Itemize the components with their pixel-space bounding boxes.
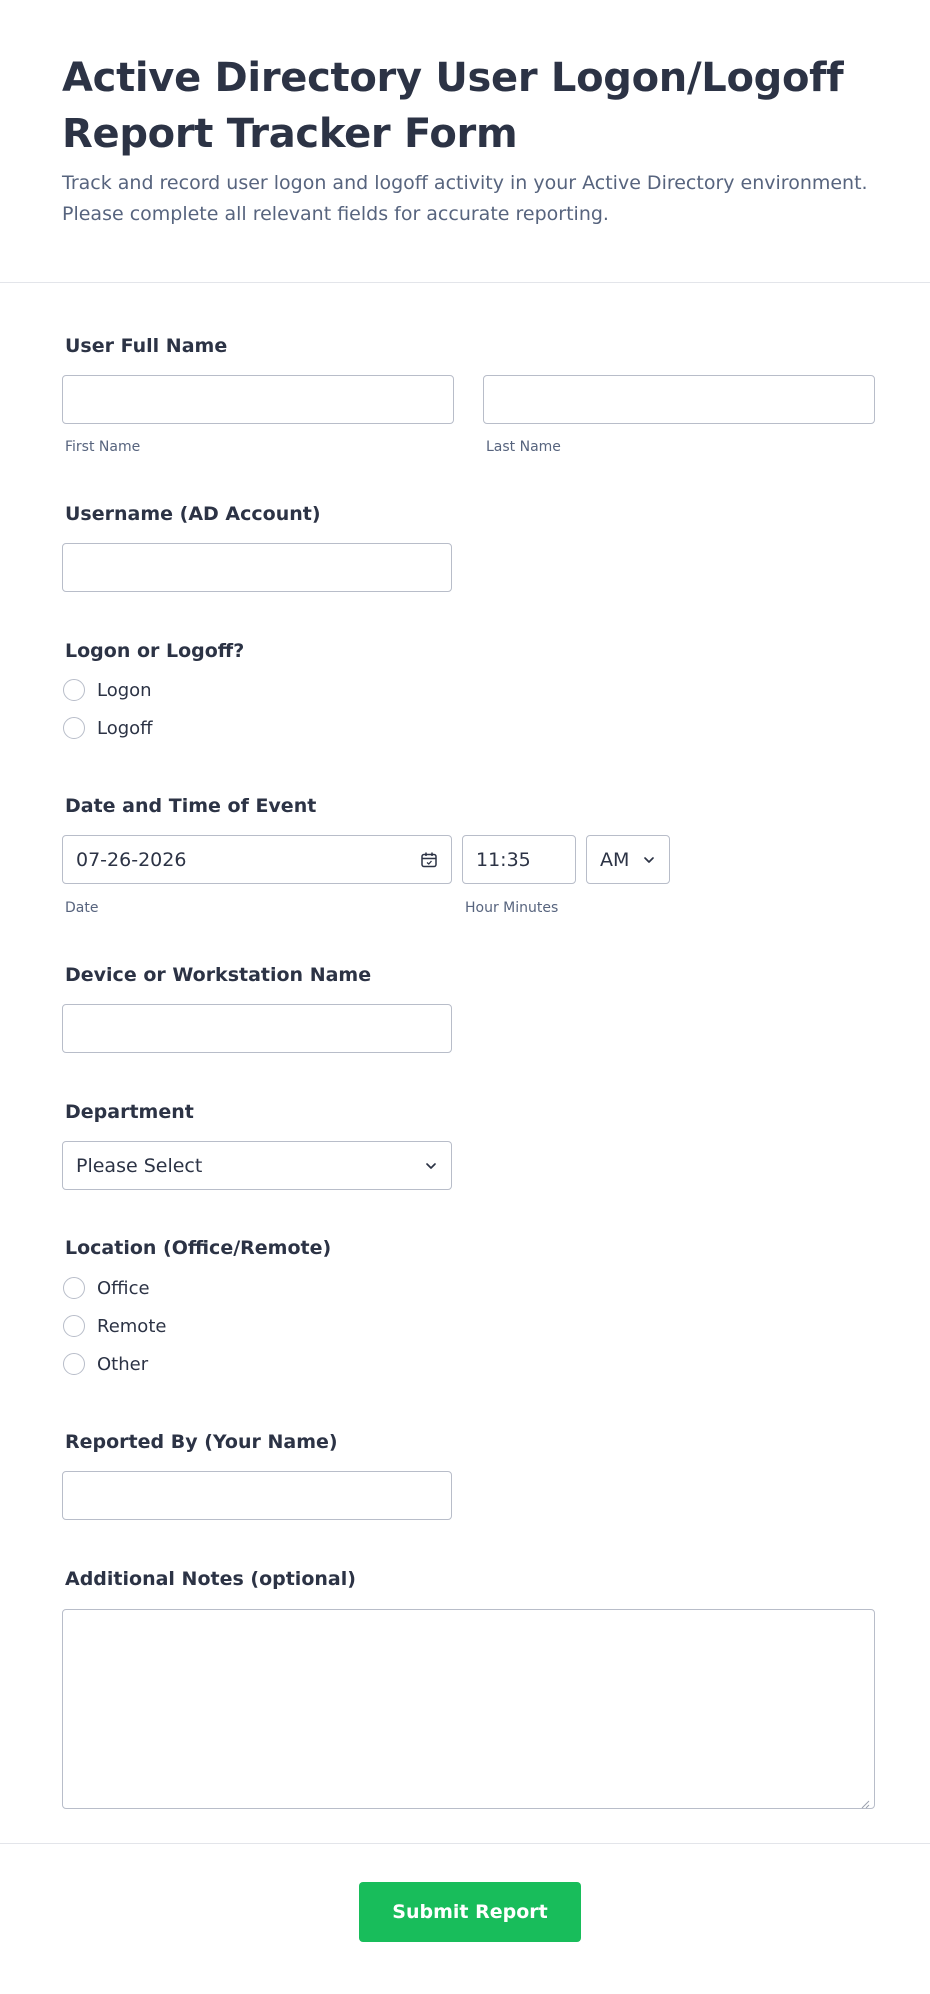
time-value: 11:35 [476,848,531,871]
resize-grip-icon[interactable] [860,1794,870,1809]
radio-button[interactable] [63,1353,85,1375]
radio-label: Office [97,1277,150,1299]
radio-label: Other [97,1353,149,1375]
radio-label: Logoff [97,717,153,739]
chevron-down-icon [424,1159,438,1173]
department-selected: Please Select [76,1154,203,1177]
location-label: Location (Office/Remote) [65,1237,332,1259]
date-value: 07-26-2026 [76,848,187,871]
first-name-input[interactable] [62,375,454,424]
full-name-label: User Full Name [65,335,228,357]
radio-button[interactable] [63,679,85,701]
first-name-sublabel: First Name [65,439,141,455]
device-label: Device or Workstation Name [65,964,372,986]
form-description: Track and record user logon and logoff a… [62,172,868,225]
radio-option-logoff[interactable]: Logoff [63,715,153,741]
radio-button[interactable] [63,1315,85,1337]
ampm-value: AM [600,848,630,871]
logon-logoff-label: Logon or Logoff? [65,640,245,662]
department-select[interactable]: Please Select [62,1141,452,1190]
form-header: Active Directory User Logon/Logoff Repor… [0,0,930,283]
form-body: User Full Name First Name Last Name User… [0,283,930,1844]
notes-label: Additional Notes (optional) [65,1568,356,1590]
radio-button[interactable] [63,1277,85,1299]
device-input[interactable] [62,1004,452,1053]
username-label: Username (AD Account) [65,503,321,525]
radio-option-remote[interactable]: Remote [63,1313,166,1339]
date-sublabel: Date [65,900,99,916]
radio-label: Remote [97,1315,167,1337]
notes-textarea[interactable] [62,1609,875,1809]
last-name-input[interactable] [483,375,875,424]
last-name-sublabel: Last Name [486,439,561,455]
time-sublabel: Hour Minutes [465,900,559,916]
date-input[interactable]: 07-26-2026 [62,835,452,884]
radio-option-logon[interactable]: Logon [63,677,152,703]
department-label: Department [65,1101,194,1123]
radio-button[interactable] [63,717,85,739]
reported-by-label: Reported By (Your Name) [65,1431,338,1453]
time-input[interactable]: 11:35 [462,835,576,884]
submit-button[interactable]: Submit Report [359,1882,581,1942]
radio-option-office[interactable]: Office [63,1275,150,1301]
calendar-icon[interactable] [420,851,438,869]
username-input[interactable] [62,543,452,592]
form-footer: Submit Report [0,1844,930,1994]
chevron-down-icon [642,853,656,867]
radio-label: Logon [97,679,152,701]
reported-by-input[interactable] [62,1471,452,1520]
form-title: Active Directory User Logon/Logoff Repor… [62,55,844,157]
radio-option-other[interactable]: Other [63,1351,148,1377]
datetime-label: Date and Time of Event [65,795,317,817]
ampm-select[interactable]: AM [586,835,670,884]
